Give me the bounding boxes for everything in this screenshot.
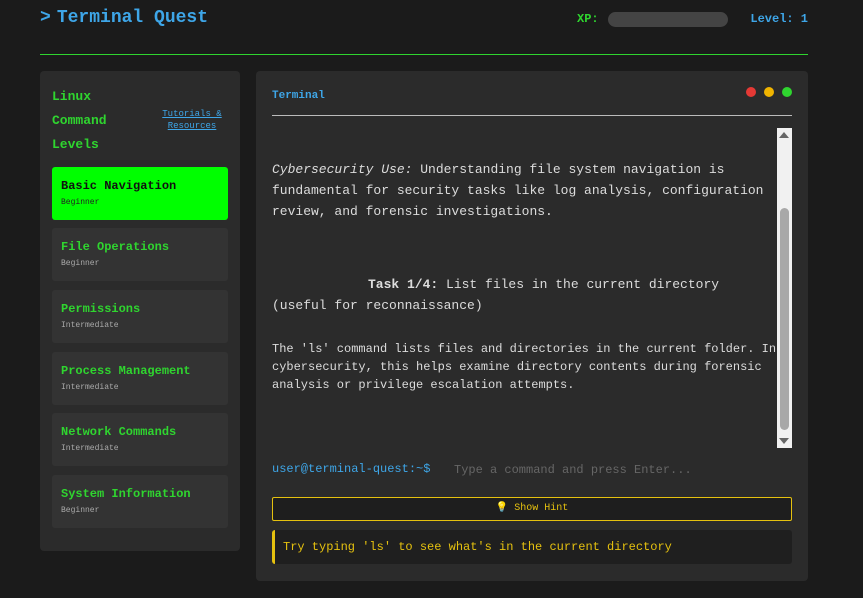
- level-item-file-operations[interactable]: File Operations Beginner: [52, 228, 228, 281]
- level-difficulty: Beginner: [61, 259, 100, 268]
- xp-label: XP:: [577, 12, 599, 26]
- scroll-down-arrow-icon[interactable]: [779, 438, 789, 444]
- level-indicator: Level: 1: [750, 12, 808, 26]
- level-difficulty: Intermediate: [61, 444, 119, 453]
- terminal-output: Cybersecurity Use: Understanding file sy…: [272, 128, 777, 448]
- command-description: The 'ls' command lists files and directo…: [272, 342, 777, 392]
- level-difficulty: Beginner: [61, 506, 100, 515]
- level-name: System Information: [61, 487, 191, 501]
- level-item-basic-navigation[interactable]: Basic Navigation Beginner: [52, 167, 228, 220]
- app-title: Terminal Quest: [56, 8, 209, 28]
- sidebar-title: Linux Command Levels: [52, 89, 107, 152]
- task-label: Task 1/4:: [368, 277, 439, 292]
- terminal-title: Terminal: [272, 90, 325, 102]
- output-scrollbar[interactable]: [777, 128, 792, 448]
- close-window-dot-icon: [746, 87, 756, 97]
- shell-prompt: user@terminal-quest:~$: [272, 462, 431, 476]
- level-difficulty: Intermediate: [61, 383, 119, 392]
- task-text: Task 1/4: List files in the current dire…: [272, 277, 720, 313]
- level-item-system-information[interactable]: System Information Beginner: [52, 475, 228, 528]
- level-name: Network Commands: [61, 425, 177, 439]
- scroll-up-arrow-icon[interactable]: [779, 132, 789, 138]
- level-name: File Operations: [61, 240, 170, 254]
- command-input[interactable]: [454, 460, 774, 480]
- level-item-network-commands[interactable]: Network Commands Intermediate: [52, 413, 228, 466]
- tutorials-link[interactable]: Tutorials & Resources: [152, 108, 232, 132]
- level-name: Process Management: [61, 364, 191, 378]
- terminal-prompt-icon: >: [40, 8, 51, 28]
- app-logo: > Terminal Quest: [40, 8, 208, 28]
- show-hint-button[interactable]: 💡 Show Hint: [272, 497, 792, 521]
- cybersecurity-use-label: Cybersecurity Use:: [272, 162, 413, 177]
- terminal-panel: Terminal Cybersecurity Use: Understandin…: [256, 71, 808, 581]
- level-name: Basic Navigation: [61, 179, 177, 193]
- scrollbar-thumb[interactable]: [780, 208, 789, 430]
- level-difficulty: Intermediate: [61, 321, 119, 330]
- minimize-window-dot-icon: [764, 87, 774, 97]
- cybersecurity-use-text: Cybersecurity Use: Understanding file sy…: [272, 162, 764, 219]
- level-item-process-management[interactable]: Process Management Intermediate: [52, 352, 228, 405]
- hint-message: Try typing 'ls' to see what's in the cur…: [272, 530, 792, 564]
- maximize-window-dot-icon: [782, 87, 792, 97]
- levels-sidebar: Linux Command Levels Tutorials & Resourc…: [40, 71, 240, 551]
- level-name: Permissions: [61, 302, 141, 316]
- level-item-permissions[interactable]: Permissions Intermediate: [52, 290, 228, 343]
- app-header: > Terminal Quest XP: Level: 1: [40, 0, 808, 55]
- level-difficulty: Beginner: [61, 198, 100, 207]
- terminal-divider: [272, 115, 792, 116]
- xp-progress-bar: [608, 12, 728, 27]
